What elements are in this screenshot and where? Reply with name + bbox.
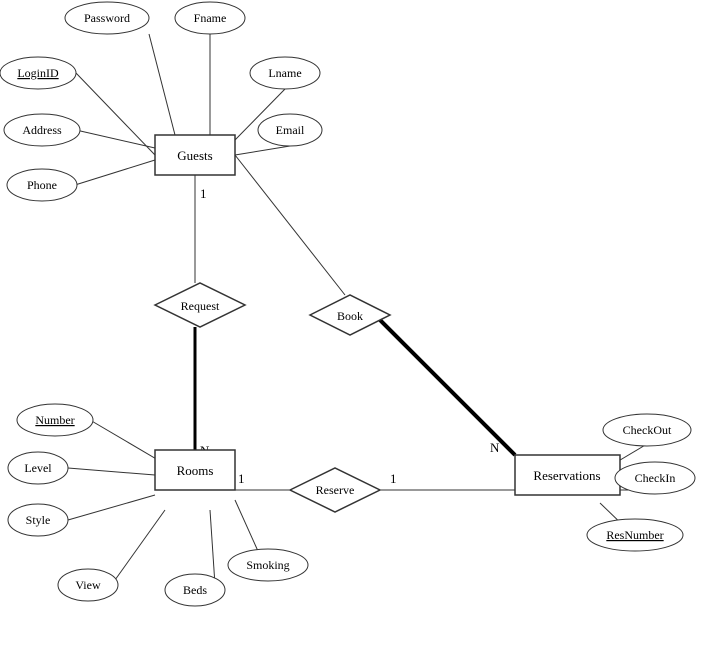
lname-label: Lname <box>268 66 301 80</box>
fname-label: Fname <box>194 11 227 25</box>
guests-label: Guests <box>177 148 212 163</box>
request-label: Request <box>181 299 220 313</box>
checkout-label: CheckOut <box>623 423 672 437</box>
er-diagram: 1 N N 1 1 <box>0 0 728 647</box>
email-label: Email <box>276 123 305 137</box>
beds-label: Beds <box>183 583 207 597</box>
cardinality-rooms-reserve-1: 1 <box>238 471 245 486</box>
cardinality-reserve-reservations-1: 1 <box>390 471 397 486</box>
smoking-label: Smoking <box>246 558 289 572</box>
level-label: Level <box>24 461 52 475</box>
cardinality-guests-request: 1 <box>200 186 207 201</box>
address-label: Address <box>22 123 62 137</box>
book-label: Book <box>337 309 363 323</box>
loginid-label: LoginID <box>17 66 59 80</box>
password-label: Password <box>84 11 130 25</box>
view-label: View <box>75 578 101 592</box>
checkin-label: CheckIn <box>635 471 676 485</box>
number-label: Number <box>35 413 74 427</box>
er-diagram-svg: 1 N N 1 1 <box>0 0 728 647</box>
reservations-label: Reservations <box>533 468 600 483</box>
rooms-label: Rooms <box>177 463 214 478</box>
resnumber-label: ResNumber <box>606 528 663 542</box>
style-label: Style <box>26 513 51 527</box>
phone-label: Phone <box>27 178 57 192</box>
reserve-label: Reserve <box>316 483 355 497</box>
cardinality-book-reservations: N <box>490 440 500 455</box>
